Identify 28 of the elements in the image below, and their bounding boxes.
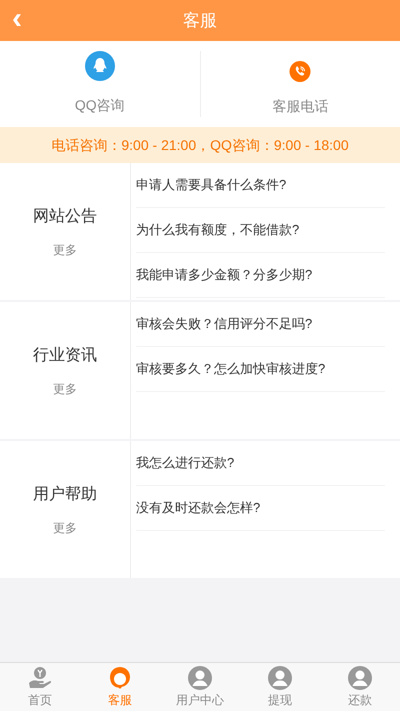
hours-banner: 电话咨询：9:00 - 21:00，QQ咨询：9:00 - 18:00 xyxy=(0,127,400,163)
tab-item[interactable]: 提现 xyxy=(240,663,320,711)
section-title: 用户帮助 xyxy=(33,484,97,504)
tab-item[interactable]: 还款 xyxy=(320,663,400,711)
faq-link[interactable]: 我怎么进行还款? xyxy=(136,441,385,486)
tab-item[interactable]: 首页 xyxy=(0,663,80,711)
faq-link[interactable]: 审核会失败？信用评分不足吗? xyxy=(136,302,385,347)
faq-link[interactable]: 我能申请多少金额？分多少期? xyxy=(136,253,385,298)
penguin-icon xyxy=(84,51,115,81)
contact-button[interactable]: QQ咨询 xyxy=(0,41,200,127)
section-title: 行业资讯 xyxy=(33,346,97,366)
tab-item[interactable]: 客服 xyxy=(80,663,160,711)
more-link[interactable]: 更多 xyxy=(53,240,77,258)
page-title: 客服 xyxy=(183,10,217,32)
more-link[interactable]: 更多 xyxy=(53,518,77,536)
back-button[interactable]: ‹ xyxy=(12,4,22,34)
faq-link[interactable]: 审核要多久？怎么加快审核进度? xyxy=(136,347,385,392)
faq-link[interactable]: 为什么我有额度，不能借款? xyxy=(136,208,385,253)
hand-coin-icon xyxy=(27,665,53,691)
user-avatar-icon xyxy=(267,665,293,691)
section-title: 网站公告 xyxy=(33,206,97,226)
tab-item[interactable]: 用户中心 xyxy=(160,663,240,711)
faq-link[interactable]: 申请人需要具备什么条件? xyxy=(136,163,385,208)
user-avatar-icon xyxy=(347,665,373,691)
contact-button[interactable]: 客服电话 xyxy=(200,51,400,117)
more-link[interactable]: 更多 xyxy=(53,380,77,398)
user-avatar-icon xyxy=(187,665,213,691)
faq-link[interactable]: 没有及时还款会怎样? xyxy=(136,486,385,531)
